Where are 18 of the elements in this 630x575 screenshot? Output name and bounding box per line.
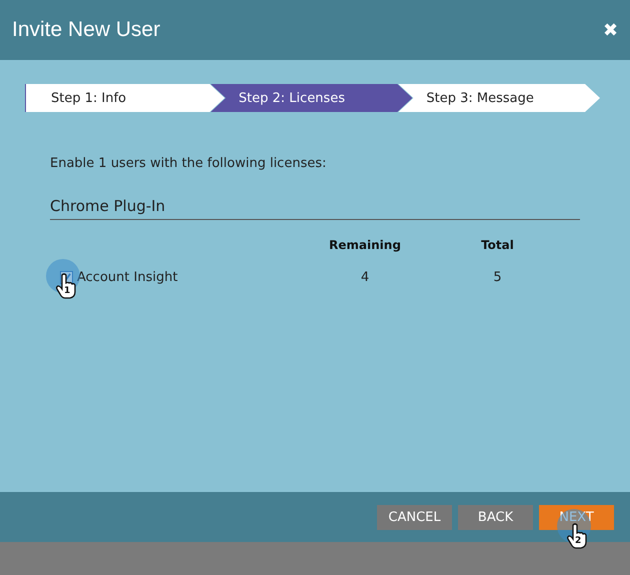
step-tab[interactable]: Step 1: Info xyxy=(25,84,225,112)
hand-cursor-icon xyxy=(567,522,587,548)
license-name: Account Insight xyxy=(77,270,178,285)
column-header: Remaining xyxy=(328,238,402,252)
step-tab[interactable]: Step 2: Licenses xyxy=(210,84,412,112)
hand-cursor-icon xyxy=(56,273,76,299)
window-title: Invite New User xyxy=(12,18,160,42)
step-tab[interactable]: Step 3: Message xyxy=(398,84,600,112)
column-header: Total xyxy=(480,238,515,252)
table-cell-text: 5 xyxy=(492,270,503,285)
intro-text: Enable 1 users with the following licenses: xyxy=(50,156,328,171)
close-button[interactable]: ✖ xyxy=(603,19,618,41)
section-heading: Chrome Plug-In xyxy=(50,197,580,220)
table-cell-text: 4 xyxy=(360,270,370,285)
action-button[interactable]: CANCEL xyxy=(377,504,452,530)
callout-number: 2 xyxy=(575,536,582,546)
action-button[interactable]: BACK xyxy=(458,504,533,530)
callout-number: 1 xyxy=(64,286,70,296)
